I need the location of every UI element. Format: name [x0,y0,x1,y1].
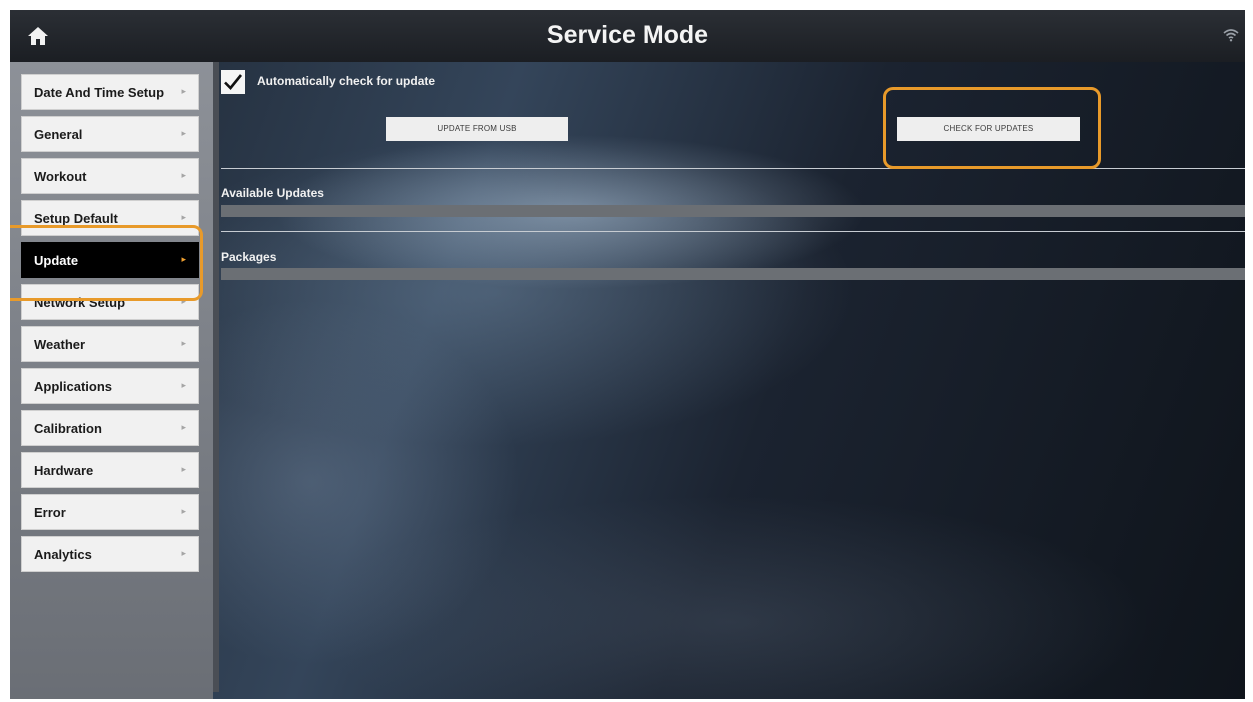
sidebar-item-label: Weather [34,337,86,352]
sidebar-item-label: Error [34,505,66,520]
auto-check-label: Automatically check for update [257,74,436,88]
sidebar-item-workout[interactable]: Workout ▸ [21,158,199,194]
available-updates-title: Available Updates [221,186,324,200]
sidebar-scrollbar[interactable] [213,62,219,692]
service-mode-screen: Service Mode Date And Time Setup ▸ Gener… [10,10,1245,699]
sidebar-item-error[interactable]: Error ▸ [21,494,199,530]
page-title: Service Mode [546,21,709,49]
packages-list [221,268,1245,280]
header-bar: Service Mode [10,10,1245,62]
update-from-usb-button[interactable]: UPDATE FROM USB [386,117,568,141]
chevron-right-icon: ▸ [181,212,186,222]
check-updates-highlight-frame [883,87,1101,169]
sidebar: Date And Time Setup ▸ General ▸ Workout … [10,62,213,699]
sidebar-item-weather[interactable]: Weather ▸ [21,326,199,362]
sidebar-item-label: Setup Default [34,211,118,226]
sidebar-item-label: Applications [34,379,113,394]
sidebar-item-label: Date And Time Setup [34,85,165,100]
wifi-icon [1223,29,1239,42]
sidebar-item-label: General [34,127,83,142]
chevron-right-icon: ▸ [181,464,186,474]
chevron-right-icon: ▸ [181,506,186,516]
divider [221,231,1245,232]
available-updates-list [221,205,1245,217]
sidebar-item-label: Analytics [34,547,92,562]
sidebar-item-label: Hardware [34,463,94,478]
chevron-right-icon: ▸ [181,548,186,558]
chevron-right-icon: ▸ [181,380,186,390]
chevron-right-icon: ▸ [181,422,186,432]
chevron-right-icon: ▸ [181,170,186,180]
sidebar-item-calibration[interactable]: Calibration ▸ [21,410,199,446]
chevron-right-icon: ▸ [181,338,186,348]
chevron-right-icon: ▸ [181,128,186,138]
sidebar-item-applications[interactable]: Applications ▸ [21,368,199,404]
sidebar-item-analytics[interactable]: Analytics ▸ [21,536,199,572]
checkmark-icon [224,74,243,90]
sidebar-item-general[interactable]: General ▸ [21,116,199,152]
sidebar-item-date-and-time-setup[interactable]: Date And Time Setup ▸ [21,74,199,110]
update-highlight-frame [10,225,203,301]
packages-title: Packages [221,250,277,264]
auto-check-checkbox[interactable] [221,70,245,94]
sidebar-item-hardware[interactable]: Hardware ▸ [21,452,199,488]
sidebar-item-label: Calibration [34,421,102,436]
chevron-right-icon: ▸ [181,86,186,96]
sidebar-item-label: Workout [34,169,87,184]
